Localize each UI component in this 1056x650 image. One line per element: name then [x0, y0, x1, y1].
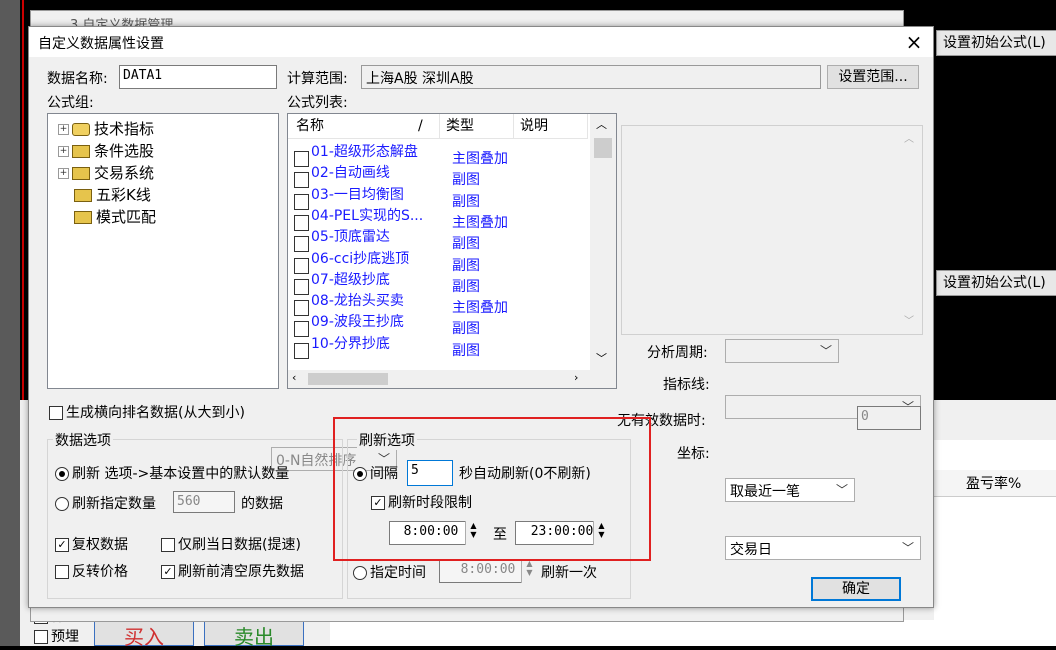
column-type[interactable]: 类型: [440, 114, 514, 138]
calc-range-label: 计算范围:: [287, 71, 348, 87]
analysis-period-select[interactable]: ﹀: [725, 339, 839, 363]
chevron-down-icon: ﹀: [901, 541, 914, 555]
buy-button[interactable]: 买入: [94, 620, 194, 649]
profit-rate-column-header: 盈亏率%: [966, 476, 1022, 492]
order-grid: [330, 620, 934, 646]
preset-checkbox[interactable]: 预埋: [34, 626, 79, 646]
app-left-strip: [0, 0, 20, 646]
list-item[interactable]: 08-龙抬头买卖 主图叠加: [288, 291, 508, 317]
horizontal-scrollbar[interactable]: ‹ ›: [288, 370, 616, 388]
list-item[interactable]: 03-一目均衡图 副图: [288, 185, 480, 210]
fixed-time-suffix: 刷新一次: [541, 565, 597, 581]
list-item[interactable]: 04-PEL实现的S... 主图叠加: [288, 206, 508, 231]
list-item[interactable]: 09-波段王抄底 副图: [288, 312, 480, 338]
chart-border-line: [22, 0, 24, 400]
hscroll-thumb[interactable]: [308, 373, 388, 385]
today-only-checkbox[interactable]: 仅刷当日数据(提速): [161, 534, 301, 554]
formula-list-header: 名称 / 类型 说明: [288, 114, 588, 139]
expand-icon[interactable]: +: [58, 168, 69, 179]
formula-name: 08-龙抬头买卖: [311, 293, 404, 310]
tree-item-technical[interactable]: + 技术指标: [58, 118, 154, 139]
clear-before-refresh-checkbox[interactable]: ✓ 刷新前清空原先数据: [161, 561, 304, 581]
data-name-input[interactable]: DATA1: [119, 65, 277, 89]
folder-icon: [74, 189, 92, 202]
formula-name: 04-PEL实现的S...: [311, 207, 424, 224]
formula-preview-box: ︿ ﹀: [621, 125, 923, 335]
reverse-price-checkbox[interactable]: 反转价格: [55, 561, 128, 581]
fixed-time-radio[interactable]: 指定时间: [353, 562, 426, 582]
tree-item-trading-system[interactable]: + 交易系统: [58, 162, 154, 183]
formula-type: 副图: [452, 342, 480, 359]
indicator-line-label: 指标线:: [663, 377, 710, 393]
data-name-label: 数据名称:: [47, 71, 108, 87]
formula-group-label: 公式组:: [47, 95, 94, 111]
vertical-scrollbar[interactable]: ︿ ﹀: [590, 114, 616, 370]
column-name[interactable]: 名称 /: [290, 114, 440, 138]
list-item[interactable]: 06-cci抄底逃顶 副图: [288, 249, 480, 274]
ok-button[interactable]: 确定: [811, 577, 901, 601]
refresh-count-suffix: 的数据: [241, 496, 283, 512]
list-item[interactable]: 01-超级形态解盘 主图叠加: [288, 142, 508, 167]
chevron-down-icon: ﹀: [819, 344, 832, 358]
formula-name: 01-超级形态解盘: [311, 144, 418, 160]
set-range-button[interactable]: 设置范围...: [827, 65, 919, 89]
adjusted-data-checkbox[interactable]: ✓ 复权数据: [55, 534, 128, 554]
sell-button[interactable]: 卖出: [204, 620, 304, 649]
highlight-annotation-box: [333, 417, 651, 561]
list-item[interactable]: 07-超级抄底 副图: [288, 270, 480, 295]
preview-scroll-up-icon[interactable]: ︿: [904, 130, 914, 145]
folder-icon: [72, 145, 90, 158]
formula-name: 10-分界抄底: [311, 335, 390, 352]
coordinate-select[interactable]: 交易日 ﹀: [725, 536, 921, 560]
formula-list-label: 公式列表:: [287, 95, 348, 111]
calc-range-value: 上海A股 深圳A股: [361, 65, 821, 89]
set-initial-formula-button-1[interactable]: 设置初始公式(L): [936, 30, 1056, 56]
formula-name: 03-一目均衡图: [311, 186, 404, 203]
no-valid-data-value[interactable]: 0: [857, 406, 921, 430]
refresh-default-radio[interactable]: 刷新 选项->基本设置中的默认数量: [55, 463, 289, 483]
scroll-right-icon[interactable]: ›: [574, 371, 578, 384]
analysis-period-label: 分析周期:: [647, 345, 708, 361]
preview-scroll-down-icon[interactable]: ﹀: [904, 312, 914, 327]
formula-name: 06-cci抄底逃顶: [311, 250, 410, 267]
refresh-count-radio[interactable]: 刷新指定数量: [55, 493, 156, 513]
tree-item-stock-select[interactable]: + 条件选股: [58, 140, 154, 161]
fixed-time-spinner[interactable]: ▲ ▼: [521, 559, 537, 583]
scroll-left-icon[interactable]: ‹: [292, 371, 296, 384]
formula-name: 07-超级抄底: [311, 271, 390, 288]
dialog-title: 自定义数据属性设置: [38, 36, 164, 52]
set-initial-formula-button-2[interactable]: 设置初始公式(L): [936, 270, 1056, 296]
chevron-down-icon: ﹀: [835, 483, 848, 497]
ranking-checkbox[interactable]: 生成横向排名数据(从大到小): [49, 402, 245, 422]
formula-name: 05-顶底雷达: [311, 229, 390, 246]
no-valid-data-select[interactable]: 取最近一笔 ﹀: [725, 478, 855, 502]
formula-name: 02-自动画线: [311, 165, 390, 182]
folder-icon: [72, 167, 90, 180]
coordinate-label: 坐标:: [677, 446, 710, 462]
dialog-titlebar: [29, 27, 933, 57]
data-options-title: 数据选项: [53, 430, 113, 450]
tree-item-pattern-match[interactable]: 模式匹配: [74, 206, 156, 227]
scroll-down-icon[interactable]: ﹀: [596, 350, 607, 366]
close-icon[interactable]: ×: [901, 29, 927, 55]
list-item[interactable]: 05-顶底雷达 副图: [288, 227, 480, 253]
formula-list[interactable]: 名称 / 类型 说明 01-超级形态解盘 主图叠加 02-自动画线 副图 03-一目均衡图…: [287, 113, 617, 389]
list-item[interactable]: 10-分界抄底 副图: [288, 334, 480, 359]
expand-icon[interactable]: +: [58, 124, 69, 135]
scroll-up-icon[interactable]: ︿: [596, 116, 607, 132]
tree-item-color-kline[interactable]: 五彩K线: [74, 184, 151, 205]
formula-doc-icon: [294, 342, 309, 359]
scroll-thumb[interactable]: [594, 138, 612, 158]
refresh-count-input[interactable]: 560: [173, 491, 235, 513]
list-item[interactable]: 02-自动画线 副图: [288, 163, 480, 189]
expand-icon[interactable]: +: [58, 146, 69, 157]
folder-icon: [74, 211, 92, 224]
formula-group-tree[interactable]: + 技术指标 + 条件选股 + 交易系统 五彩K线 模式匹配: [47, 113, 279, 389]
column-desc[interactable]: 说明: [514, 114, 588, 138]
formula-name: 09-波段王抄底: [311, 314, 404, 331]
indicator-icon: [72, 123, 90, 136]
custom-data-properties-dialog: 自定义数据属性设置 × 数据名称: DATA1 计算范围: 上海A股 深圳A股 …: [28, 26, 934, 608]
